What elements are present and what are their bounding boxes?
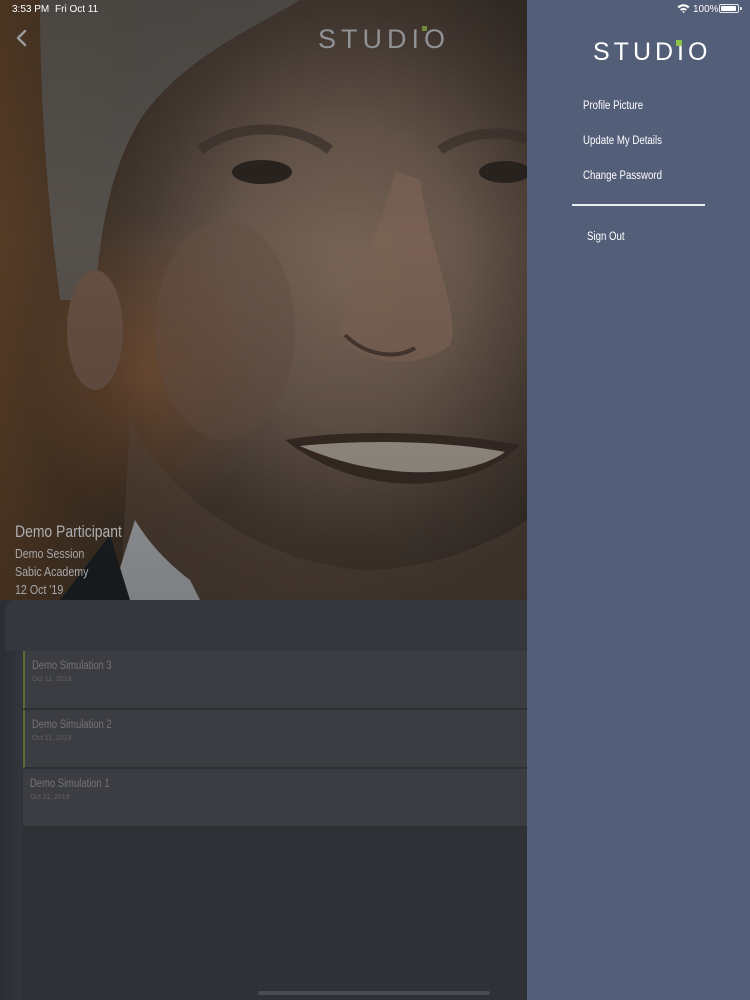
home-indicator <box>258 991 490 995</box>
wifi-icon <box>677 4 690 13</box>
battery-percentage: 100% <box>693 4 719 15</box>
simulation-date: Oct 11, 2019 <box>32 735 72 742</box>
chevron-left-icon <box>16 29 27 47</box>
simulation-title: Demo Simulation 2 <box>32 719 112 731</box>
participant-photo: Demo Participant Demo Session Sabic Acad… <box>0 0 527 600</box>
session-name: Demo Session <box>15 546 85 561</box>
battery-icon <box>719 4 739 13</box>
simulation-row[interactable]: Demo Simulation 3 Oct 11, 2019 <box>23 651 527 709</box>
status-time: 3:53 PM <box>12 4 50 15</box>
simulation-date: Oct 11, 2019 <box>30 794 70 801</box>
menu-divider <box>572 204 705 206</box>
academy-name: Sabic Academy <box>15 564 89 579</box>
status-bar: 3:53 PM Fri Oct 11 100% <box>0 0 750 18</box>
simulation-row[interactable]: Demo Simulation 1 Oct 11, 2019 <box>23 769 527 827</box>
simulation-title: Demo Simulation 1 <box>30 778 110 790</box>
status-date: Fri Oct 11 <box>55 4 99 15</box>
sheet-edge <box>0 600 22 1000</box>
logo-accent-dot <box>676 40 682 46</box>
session-date: 12 Oct '19 <box>15 582 64 597</box>
simulation-row[interactable]: Demo Simulation 2 Oct 11, 2019 <box>23 710 527 768</box>
menu-logo: STUDIO <box>593 38 712 66</box>
photo-dim-overlay <box>0 0 527 600</box>
logo-accent-dot <box>422 26 427 31</box>
battery-level <box>721 6 736 11</box>
side-menu: STUDIO Profile Picture Update My Details… <box>527 0 750 1000</box>
back-button[interactable] <box>10 26 34 50</box>
simulation-date: Oct 11, 2019 <box>32 676 72 683</box>
menu-item-profile-picture[interactable]: Profile Picture <box>583 100 643 112</box>
list-empty-area <box>23 829 527 1000</box>
battery-cap <box>740 7 742 10</box>
menu-item-change-password[interactable]: Change Password <box>583 170 662 182</box>
sign-out-button[interactable]: Sign Out <box>587 231 625 243</box>
menu-item-update-details[interactable]: Update My Details <box>583 135 662 147</box>
app-logo: STUDIO <box>318 24 451 54</box>
simulation-title: Demo Simulation 3 <box>32 660 112 672</box>
participant-screen: Demo Participant Demo Session Sabic Acad… <box>0 0 527 1000</box>
participant-name: Demo Participant <box>15 522 122 541</box>
sheet-header <box>6 600 527 651</box>
